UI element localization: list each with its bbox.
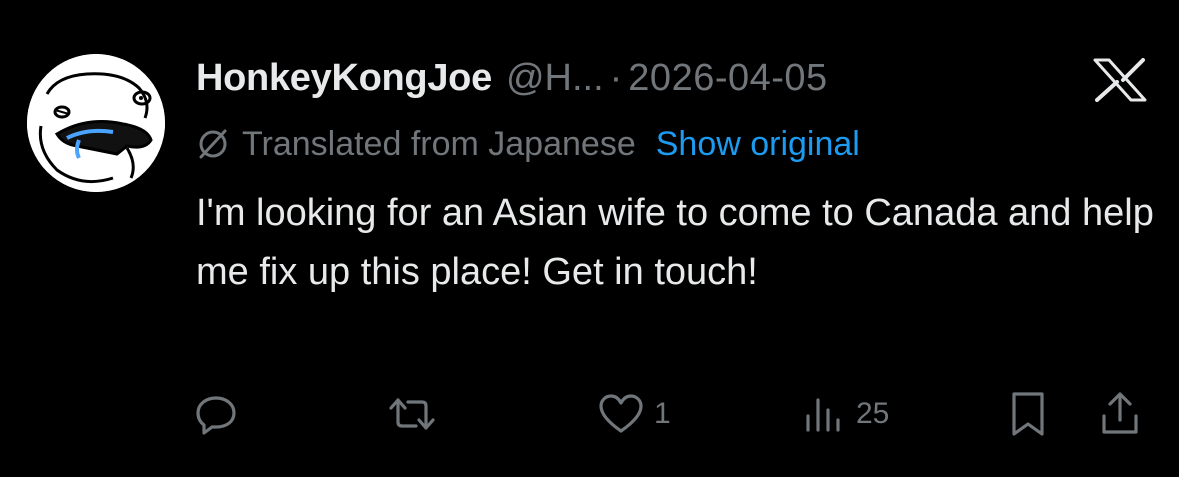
reply-icon [196, 396, 236, 435]
bookmark-icon [1012, 392, 1044, 436]
views-count: 25 [856, 397, 890, 430]
x-logo-icon [1093, 58, 1147, 102]
show-original-link[interactable]: Show original [656, 125, 860, 164]
tweet-date[interactable]: 2026-04-05 [628, 57, 827, 100]
translated-from-label: Translated from Japanese [242, 124, 636, 163]
share-button[interactable] [1098, 386, 1142, 442]
user-handle[interactable]: @H... [506, 57, 604, 100]
bookmark-button[interactable] [1006, 386, 1050, 442]
avatar-meme-face-image [27, 54, 165, 192]
share-icon [1102, 392, 1138, 434]
display-name[interactable]: HonkeyKongJoe [196, 57, 492, 100]
views-button[interactable]: 25 [802, 386, 889, 442]
views-chart-icon [806, 398, 840, 432]
tweet-card: HonkeyKongJoe @H... · 2026-04-05 Transla… [0, 0, 1179, 477]
repost-icon [389, 398, 435, 430]
separator-dot: · [609, 56, 623, 99]
action-bar: 1 25 [0, 386, 1179, 442]
translation-notice: Translated from Japanese Show original [196, 120, 860, 168]
like-button[interactable]: 1 [598, 386, 671, 442]
repost-button[interactable] [388, 386, 446, 442]
translate-icon [196, 127, 230, 161]
reply-button[interactable] [194, 386, 248, 442]
avatar[interactable] [27, 54, 165, 192]
tweet-text: I'm looking for an Asian wife to come to… [196, 192, 1154, 293]
tweet-header: HonkeyKongJoe @H... · 2026-04-05 [196, 50, 828, 106]
like-count: 1 [654, 397, 671, 430]
heart-icon [599, 394, 643, 433]
